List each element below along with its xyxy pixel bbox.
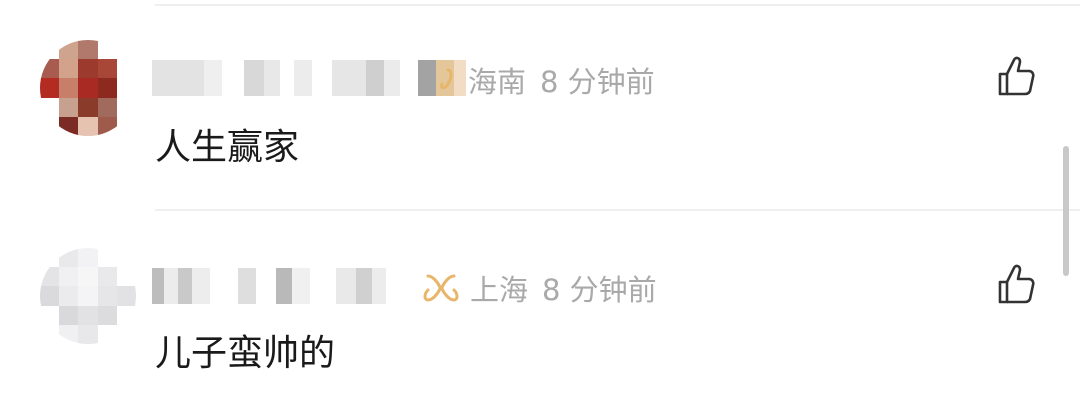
avatar-pixel xyxy=(40,40,60,60)
avatar-pixel xyxy=(59,324,79,344)
avatar-pixel xyxy=(97,248,117,268)
thumbs-up-icon[interactable] xyxy=(996,54,1036,98)
avatar-pixel xyxy=(97,267,117,287)
divider xyxy=(155,209,1080,211)
avatar-pixel xyxy=(40,116,60,136)
comment-item: 海南 8 分钟前 人生赢家 xyxy=(0,10,1080,210)
avatar-pixel xyxy=(97,78,117,98)
avatar-pixel xyxy=(40,78,60,98)
avatar-pixel xyxy=(59,116,79,136)
avatar-pixel xyxy=(40,267,60,287)
avatar-pixel xyxy=(59,97,79,117)
avatar-pixel xyxy=(116,116,136,136)
comment-item: 上海 8 分钟前 儿子蛮帅的 xyxy=(0,218,1080,414)
avatar-pixel xyxy=(116,40,136,60)
timestamp-text: 8 分钟前 xyxy=(540,65,655,99)
avatar-pixel xyxy=(59,267,79,287)
butterfly-badge-icon xyxy=(423,274,459,302)
timestamp-text: 8 分钟前 xyxy=(542,273,657,307)
location-text: 上海 xyxy=(470,273,529,307)
avatar-pixel xyxy=(59,286,79,306)
avatar-pixel xyxy=(97,305,117,325)
avatar-pixel xyxy=(40,286,60,306)
username-redacted[interactable] xyxy=(152,266,386,306)
avatar[interactable] xyxy=(40,248,136,344)
avatar-pixel xyxy=(78,97,98,117)
avatar-pixel xyxy=(116,78,136,98)
avatar-pixel xyxy=(78,286,98,306)
divider xyxy=(155,4,1080,6)
avatar-pixel xyxy=(97,59,117,79)
avatar-pixel xyxy=(78,78,98,98)
avatar-pixel xyxy=(59,305,79,325)
avatar-pixel xyxy=(116,59,136,79)
avatar-pixel xyxy=(59,40,79,60)
avatar-pixel xyxy=(78,116,98,136)
thumbs-up-icon[interactable] xyxy=(996,262,1036,306)
avatar-pixel xyxy=(59,248,79,268)
avatar-pixel xyxy=(78,248,98,268)
comment-text: 人生赢家 xyxy=(155,127,300,168)
avatar[interactable] xyxy=(40,40,136,136)
scrollbar[interactable] xyxy=(1063,146,1069,276)
avatar-pixel xyxy=(116,324,136,344)
avatar-pixel xyxy=(116,248,136,268)
location-text: 海南 xyxy=(468,65,527,99)
avatar-pixel xyxy=(116,305,136,325)
avatar-pixel xyxy=(78,267,98,287)
avatar-pixel xyxy=(97,116,117,136)
username-redacted[interactable] xyxy=(152,58,466,98)
comment-list: 海南 8 分钟前 人生赢家 上海 8 分钟前 儿子蛮帅的 xyxy=(0,0,1080,414)
avatar-pixel xyxy=(40,97,60,117)
avatar-pixel xyxy=(40,248,60,268)
comment-text: 儿子蛮帅的 xyxy=(155,333,336,374)
avatar-pixel xyxy=(116,97,136,117)
avatar-pixel xyxy=(59,59,79,79)
comment-meta: 海南 8 分钟前 xyxy=(468,60,655,100)
avatar-pixel xyxy=(40,305,60,325)
avatar-pixel xyxy=(40,59,60,79)
avatar-pixel xyxy=(78,305,98,325)
avatar-pixel xyxy=(78,40,98,60)
avatar-pixel xyxy=(116,286,136,306)
avatar-pixel xyxy=(78,59,98,79)
comment-meta: 上海 8 分钟前 xyxy=(470,268,657,308)
avatar-pixel xyxy=(78,324,98,344)
avatar-pixel xyxy=(97,97,117,117)
avatar-pixel xyxy=(97,324,117,344)
avatar-pixel xyxy=(97,286,117,306)
avatar-pixel xyxy=(40,324,60,344)
avatar-pixel xyxy=(97,40,117,60)
avatar-pixel xyxy=(116,267,136,287)
avatar-pixel xyxy=(59,78,79,98)
